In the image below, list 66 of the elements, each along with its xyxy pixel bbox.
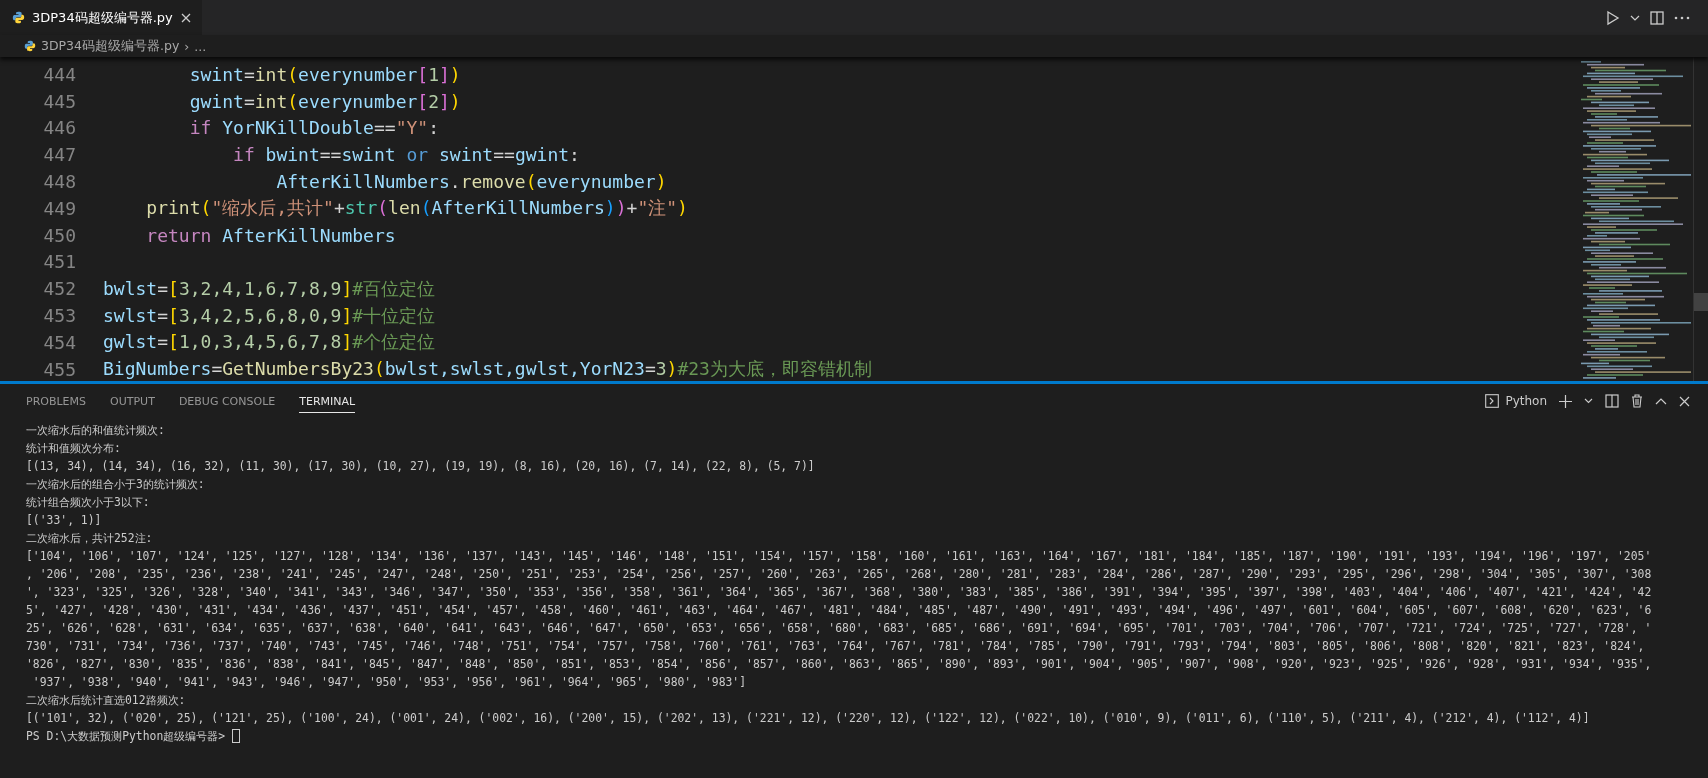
terminal-line: [(13, 34), (14, 34), (16, 32), (11, 30), (17, 30), (10, 27), (19, 19), (8, 16), (20, 16), (7, 14), (22, 8), (5, 7)]	[26, 458, 816, 475]
terminal-line: '937', '938', '940', '941', '943', '946', '947', '950', '953', '956', '961', '964', '965', '980', '983']	[31, 674, 748, 691]
close-icon[interactable]	[179, 11, 192, 24]
split-terminal-icon[interactable]	[1605, 394, 1619, 408]
terminal-profile[interactable]: Python	[1505, 394, 1547, 408]
trash-icon[interactable]	[1631, 394, 1643, 408]
line-number: 449	[42, 197, 77, 219]
terminal-line: , '206', '208', '235', '236', '238', '241', '245', '247', '248', '250', '251', '253', '254', '256', '257', '260', '263', '265', '268', '280', '281', '283', '284', '286', '287', '290', '293', '295', '296', '298', '304', '305', '307', '308	[26, 566, 1653, 583]
breadcrumb-item[interactable]: ...	[194, 38, 207, 54]
line-number: 454	[42, 331, 77, 353]
line-number: 447	[42, 144, 77, 166]
terminal-line: 25', '626', '628', '631', '634', '635', '637', '638', '640', '641', '643', '646', '647', '650', '653', '656', '658', '680', '683', '685', '686', '691', '694', '695', '701', '703', '704', '706', '707', '721', '724', '725', '727', '728', '	[26, 620, 1653, 637]
terminal-line: 二次缩水后，共计252注:	[26, 530, 154, 547]
add-icon[interactable]	[1559, 394, 1572, 408]
code-line: return AfterKillNumbers	[145, 224, 396, 246]
terminal-line: 二次缩水后统计直选012路频次:	[26, 692, 187, 709]
more-icon[interactable]	[1674, 15, 1690, 20]
code-line: if YorNKillDouble=="Y":	[188, 117, 439, 139]
close-icon[interactable]	[1679, 395, 1690, 407]
panel-tab[interactable]: DEBUG CONSOLE	[178, 389, 276, 413]
terminal-line: 一次缩水后的组合小于3的统计频次:	[26, 476, 206, 493]
panel-tab[interactable]: TERMINAL	[299, 389, 356, 413]
terminal-line: ', '323', '325', '326', '328', '340', '341', '343', '346', '347', '350', '353', '356', '358', '361', '364', '365', '367', '368', '380', '383', '385', '386', '391', '394', '395', '397', '398', '403', '404', '406', '407', '421', '424', '42	[26, 584, 1653, 601]
terminal-line: 一次缩水后的和值统计频次:	[26, 422, 166, 439]
chevron-down-icon[interactable]	[1630, 13, 1640, 22]
chevron-up-icon[interactable]	[1655, 397, 1667, 405]
code-line: gwint=int(everynumber[2])	[188, 90, 461, 112]
code-line: if bwint==swint or swint==gwint:	[232, 144, 580, 166]
breadcrumb-separator: ›	[184, 38, 190, 54]
code-line: AfterKillNumbers.remove(everynumber)	[275, 171, 667, 193]
line-number: 453	[42, 305, 77, 327]
code-line: BigNumbers=GetNumbersBy23(bwlst,swlst,gwlst,YorN23=3)#23为大底，即容错机制	[103, 357, 872, 381]
line-number: 450	[42, 224, 77, 246]
code-line: print("缩水后,共计"+str(len(AfterKillNumbers))+"注")	[145, 196, 688, 221]
scrollbar[interactable]	[1693, 57, 1708, 381]
terminal-line: [('33', 1)]	[26, 512, 103, 529]
python-file-icon	[24, 40, 36, 52]
code-line: gwlst=[1,0,3,4,5,6,7,8]#个位定位	[103, 330, 436, 355]
code-line: swlst=[3,4,2,5,6,8,0,9]#十位定位	[103, 303, 436, 328]
terminal-line: [('101', 32), ('020', 25), ('121', 25), ('100', 24), ('001', 24), ('002', 16), ('200', 15), ('202', 13), ('221', 12), ('220', 12), ('122', 12), ('022', 10), ('010', 9), ('011', 6), ('110', 5), ('211', 4), ('212', 4), ('112', 4)]	[26, 710, 1591, 727]
code-line: bwlst=[3,2,4,1,6,7,8,9]#百位定位	[103, 276, 436, 301]
run-icon[interactable]	[1606, 9, 1620, 26]
chevron-down-icon[interactable]	[1584, 398, 1593, 404]
panel-tab[interactable]: PROBLEMS	[26, 389, 87, 413]
cursor	[232, 729, 240, 743]
line-number: 445	[42, 90, 77, 112]
line-number: 446	[42, 117, 77, 139]
split-editor-icon[interactable]	[1650, 10, 1664, 25]
line-number: 448	[42, 171, 77, 193]
terminal-line: 730', '731', '734', '736', '737', '740', '743', '745', '746', '748', '751', '754', '757', '758', '760', '761', '763', '764', '767', '781', '784', '785', '790', '791', '793', '794', '803', '805', '806', '808', '820', '821', '823', '824',	[26, 638, 1646, 655]
python-file-icon	[12, 11, 25, 24]
terminal-icon	[1485, 394, 1500, 408]
terminal-line: ['104', '106', '107', '124', '125', '127', '128', '134', '136', '137', '143', '145', '146', '148', '151', '154', '157', '158', '160', '161', '163', '164', '167', '181', '184', '185', '187', '190', '191', '193', '194', '196', '197', '205'	[26, 548, 1653, 565]
terminal-line: 统计组合频次小于3以下:	[26, 494, 151, 511]
terminal-line: '826', '827', '830', '835', '836', '838', '841', '845', '847', '848', '850', '851', '853', '854', '856', '857', '860', '863', '865', '890', '893', '901', '904', '905', '907', '908', '920', '923', '925', '926', '928', '931', '934', '935',	[26, 656, 1653, 673]
terminal-line: 统计和值频次分布:	[26, 440, 122, 457]
line-number: 444	[42, 63, 77, 85]
line-number: 452	[42, 278, 77, 300]
panel-tab[interactable]: OUTPUT	[110, 389, 155, 413]
terminal-prompt: PS D:\大数据预测Python超级编号器>	[26, 728, 227, 745]
breadcrumb-item[interactable]: 3DP34码超级编号器.py	[41, 37, 180, 55]
line-number: 451	[42, 251, 77, 273]
editor-tab[interactable]: 3DP34码超级编号器.py	[0, 0, 202, 35]
line-number: 455	[42, 358, 77, 380]
terminal-line: 5', '427', '428', '430', '431', '434', '436', '437', '451', '454', '457', '458', '460', '461', '463', '464', '467', '481', '484', '485', '487', '490', '491', '493', '494', '496', '497', '601', '604', '605', '607', '608', '620', '623', '6	[26, 602, 1653, 619]
code-line: swint=int(everynumber[1])	[188, 63, 461, 85]
